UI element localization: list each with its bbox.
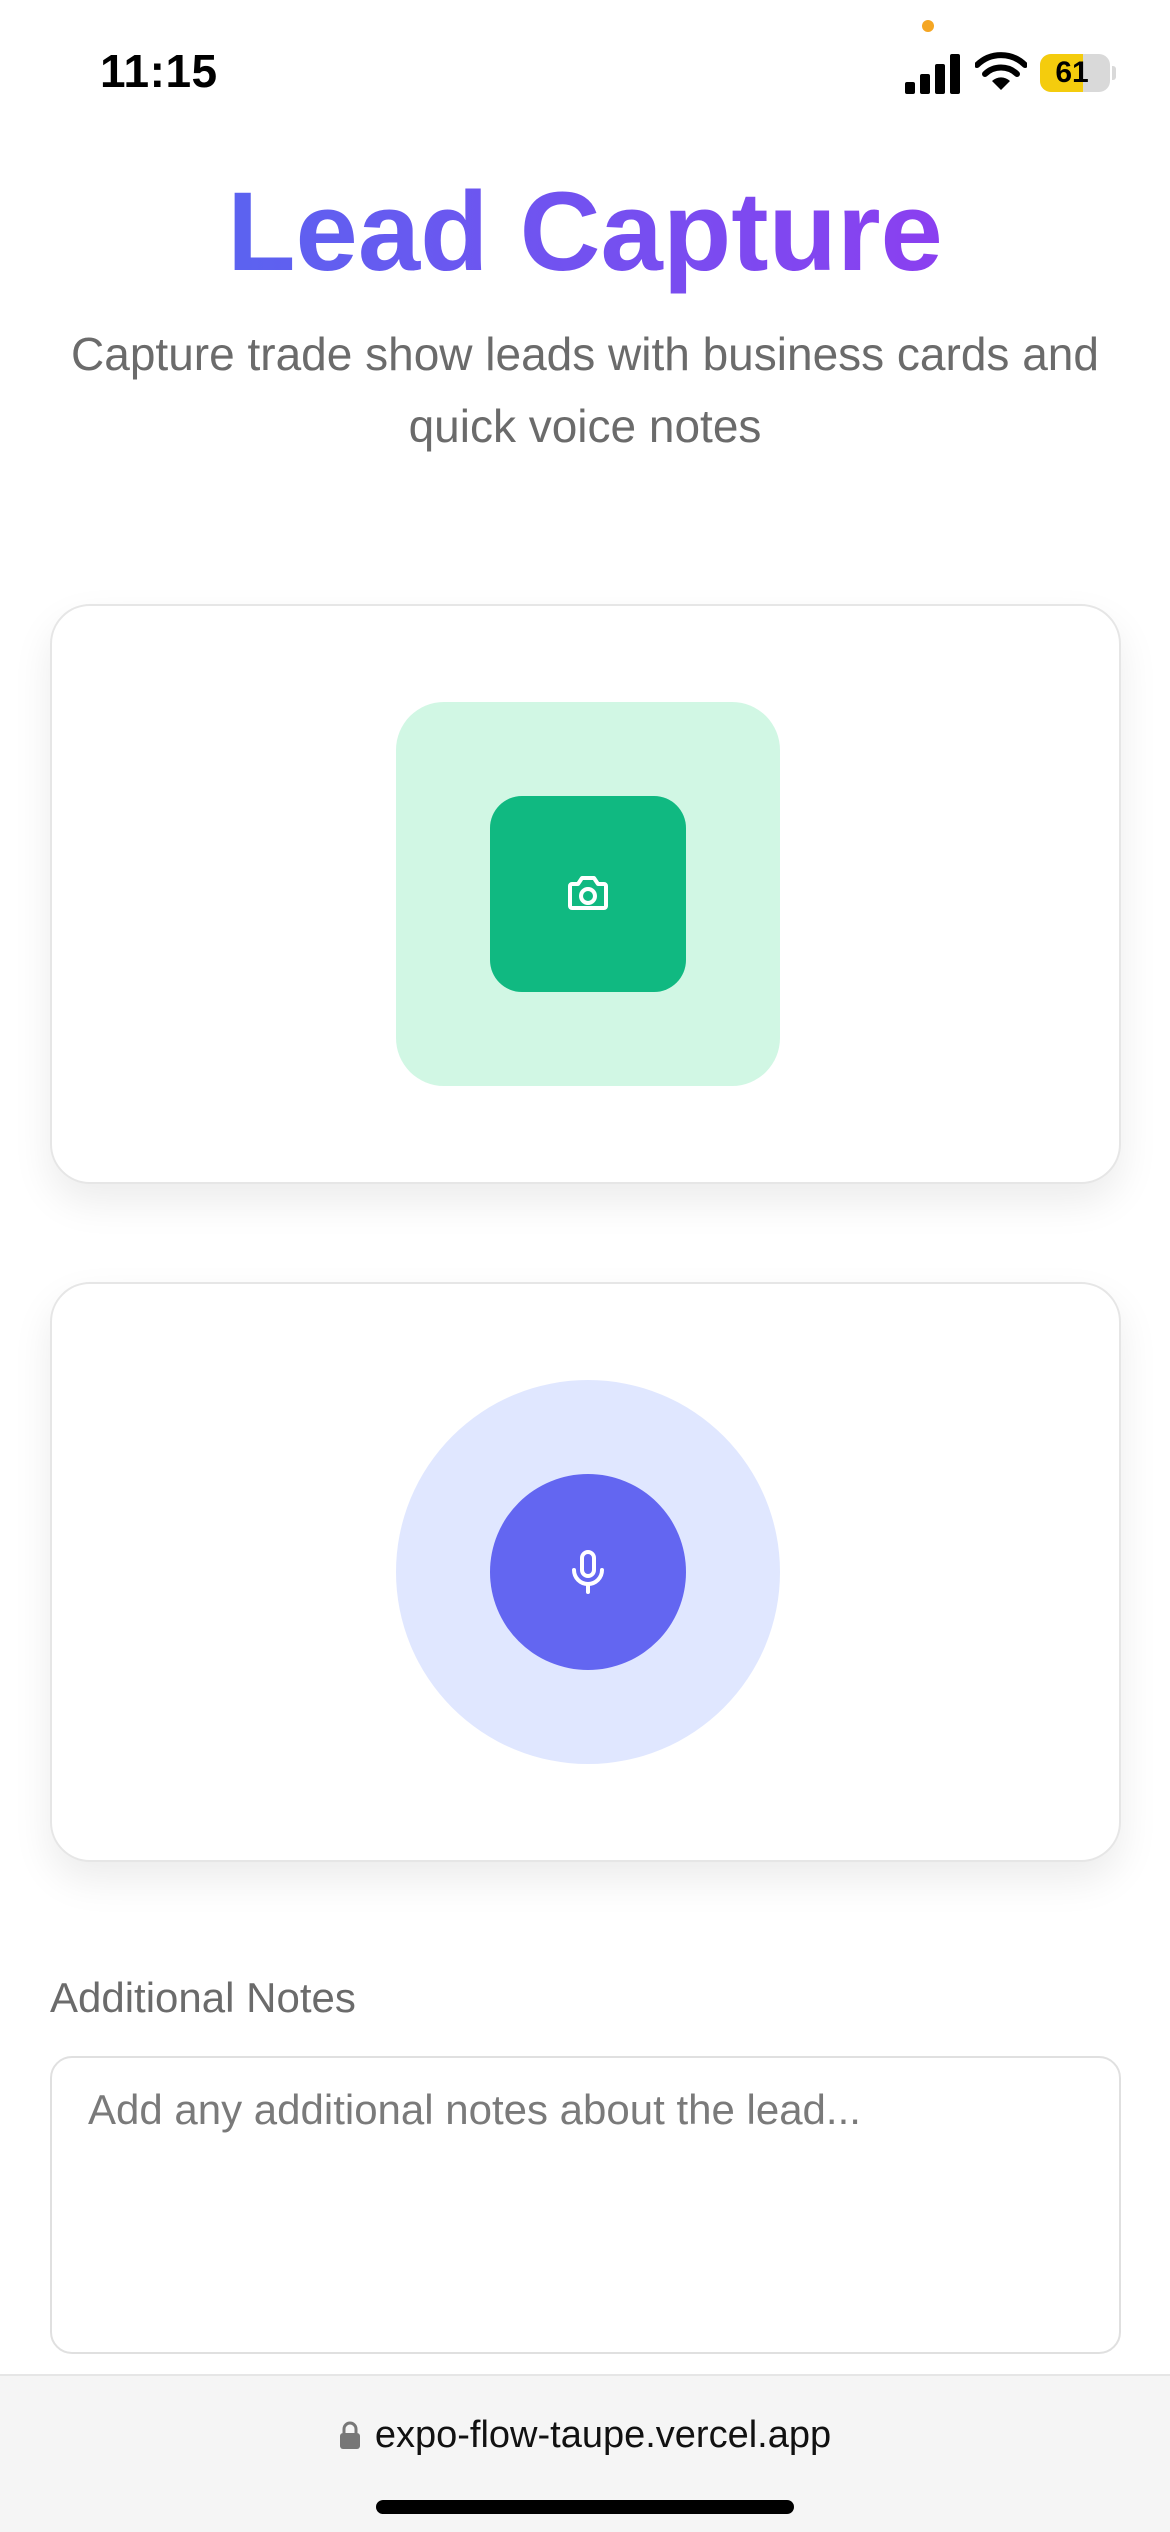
lock-icon (339, 2421, 360, 2449)
status-time: 11:15 (100, 45, 218, 97)
browser-address-bar: expo-flow-taupe.vercel.app (0, 2374, 1170, 2532)
camera-button-halo (396, 702, 780, 1086)
cellular-signal-icon (905, 54, 960, 94)
capture-business-card-button[interactable] (490, 796, 686, 992)
wifi-icon (975, 52, 1027, 90)
lead-capture-screen: 11:15 61 Lead Capture Capture trade show… (0, 0, 1170, 2532)
record-voice-note-button[interactable] (490, 1474, 686, 1670)
url-display[interactable]: expo-flow-taupe.vercel.app (0, 2410, 1170, 2460)
battery-cap (1112, 66, 1116, 80)
mic-button-halo (396, 1380, 780, 1764)
voice-note-capture-card (50, 1282, 1121, 1862)
additional-notes-label: Additional Notes (50, 1974, 356, 2021)
url-text: expo-flow-taupe.vercel.app (374, 2413, 832, 2456)
home-indicator[interactable] (376, 2500, 794, 2514)
battery-icon: 61 (1040, 54, 1110, 92)
business-card-capture-card (50, 604, 1121, 1184)
page-title: Lead Capture (0, 168, 1170, 296)
additional-notes-input[interactable] (50, 2056, 1121, 2354)
privacy-indicator-dot (922, 20, 934, 32)
battery-level: 61 (1055, 56, 1089, 89)
camera-icon (568, 876, 608, 910)
page-subtitle: Capture trade show leads with business c… (71, 328, 1099, 452)
page-title-text: Lead Capture (227, 169, 943, 294)
microphone-icon (572, 1550, 604, 1594)
